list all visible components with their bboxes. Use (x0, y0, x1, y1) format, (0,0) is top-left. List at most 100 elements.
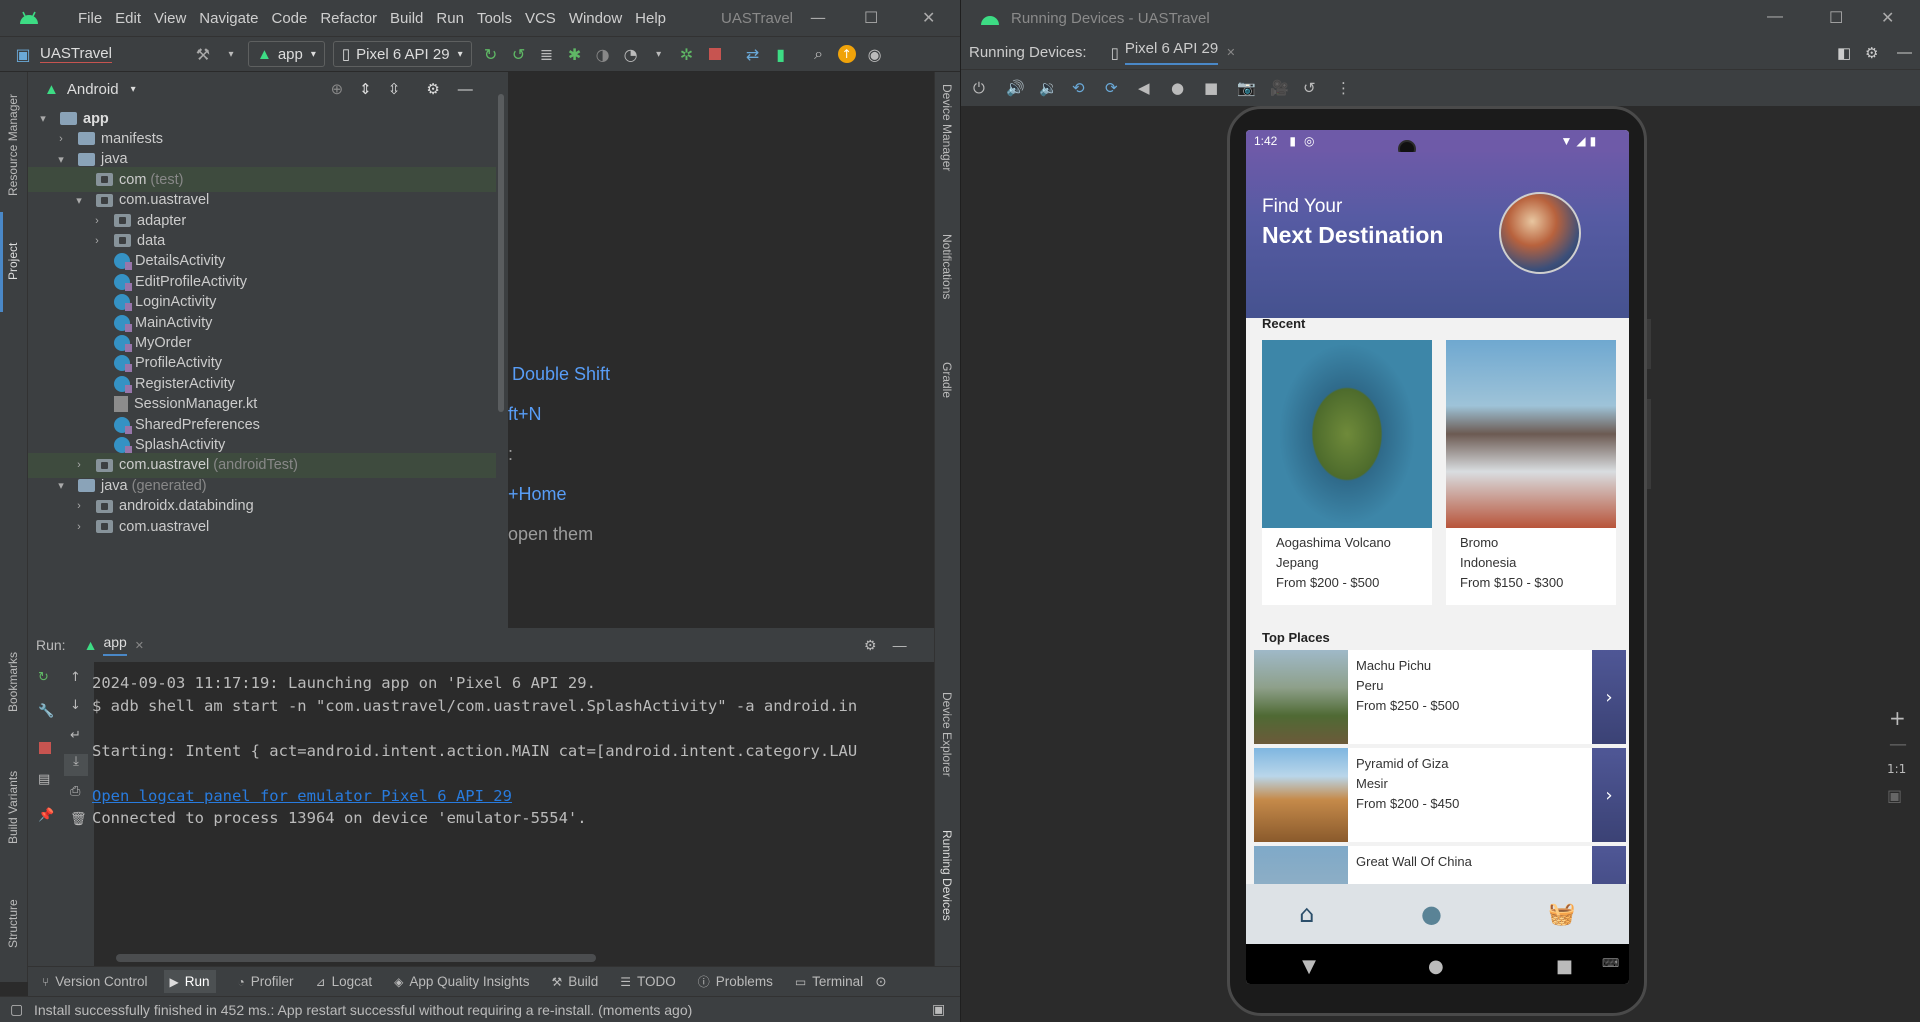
run-config-select[interactable]: ▲ app ▾ (247, 41, 325, 67)
more-tabs-icon[interactable]: ⊙ (875, 974, 886, 990)
layout-icon[interactable]: ≣ (536, 43, 558, 65)
tool-bookmarks[interactable]: Bookmarks (6, 642, 20, 712)
console-hscrollbar[interactable] (116, 954, 596, 962)
menu-help[interactable]: Help (635, 10, 666, 27)
rotate-right-icon[interactable]: ⟳ (1105, 79, 1138, 97)
menu-window[interactable]: Window (569, 10, 622, 27)
profile-icon[interactable]: ● (1421, 900, 1442, 928)
pin-icon[interactable]: 📌 (38, 808, 54, 823)
hammer-icon[interactable]: ⚒ (192, 43, 214, 65)
trash-icon[interactable]: 🗑 (70, 812, 87, 827)
chevron-right-icon[interactable]: › (1592, 650, 1626, 744)
rerun-icon[interactable]: ↻ (38, 670, 49, 685)
update-icon[interactable]: ↑ (836, 43, 858, 65)
chevron-right-icon[interactable]: › (72, 521, 86, 533)
hide-panel-icon[interactable]: — (893, 637, 907, 653)
volume-down-icon[interactable]: 🔉 (1039, 79, 1072, 97)
chevron-down-icon[interactable]: ▾ (72, 194, 86, 207)
tab-app-quality-insights[interactable]: ◈ App Quality Insights (394, 974, 529, 989)
tree-scrollbar[interactable] (498, 94, 504, 412)
arrow-down-icon[interactable]: ↓ (70, 698, 81, 713)
account-icon[interactable]: ◉ (864, 43, 886, 65)
soft-wrap-icon[interactable]: ↵ (70, 728, 81, 743)
menu-view[interactable]: View (154, 10, 186, 27)
overview-icon[interactable]: ■ (1204, 79, 1237, 97)
arrow-up-icon[interactable]: ↑ (70, 670, 81, 685)
menu-edit[interactable]: Edit (115, 10, 141, 27)
sync-gradle-icon[interactable]: ⇄ (742, 43, 764, 65)
gear-icon[interactable]: ⚙ (426, 80, 439, 98)
tab-profiler[interactable]: ◔ Profiler (238, 974, 294, 989)
layout-toggle-icon[interactable]: ◧ (1837, 44, 1851, 62)
chevron-right-icon[interactable]: › (72, 459, 86, 471)
chevron-right-icon[interactable]: › (1592, 748, 1626, 842)
toggle-panels-icon[interactable]: ▢ (10, 1001, 23, 1018)
device-manager-icon[interactable]: ▮ (770, 43, 792, 65)
menu-run[interactable]: Run (436, 10, 464, 27)
device-select[interactable]: ▯ Pixel 6 API 29 ▾ (332, 41, 472, 67)
chevron-down-icon[interactable]: ▾ (220, 43, 242, 65)
back-icon[interactable]: ◀ (1138, 79, 1171, 97)
chevron-right-icon[interactable]: › (72, 500, 86, 512)
tool-resource-manager[interactable]: Resource Manager (6, 86, 20, 196)
run-tab-app[interactable]: app (103, 634, 127, 656)
volume-up-icon[interactable]: 🔊 (1006, 79, 1039, 97)
stop-icon[interactable] (704, 43, 726, 65)
snapshot-icon[interactable]: ↺ (1303, 79, 1336, 97)
attach-debugger-icon[interactable]: ◑ (592, 43, 614, 65)
menu-navigate[interactable]: Navigate (199, 10, 258, 27)
stop-icon[interactable] (39, 742, 51, 754)
recent-card[interactable]: Bromo Indonesia From $150 - $300 (1446, 340, 1616, 605)
search-icon[interactable]: ⌕ (808, 43, 830, 65)
collapse-all-icon[interactable]: ⇳ (388, 80, 401, 98)
project-view-select[interactable]: Android (67, 81, 119, 98)
avatar[interactable] (1499, 192, 1581, 274)
tool-structure[interactable]: Structure (6, 878, 20, 948)
apply-code-changes-icon[interactable]: ↺ (508, 43, 530, 65)
expand-all-icon[interactable]: ⇕ (359, 80, 372, 98)
chevron-down-icon[interactable]: ▾ (54, 479, 68, 492)
chevron-right-icon[interactable]: › (90, 215, 104, 227)
top-place-card[interactable]: Pyramid of Giza Mesir From $200 - $450 › (1254, 748, 1626, 842)
close-icon[interactable]: ✕ (1881, 8, 1894, 28)
maximize-icon[interactable]: ☐ (1829, 8, 1843, 28)
chevron-down-icon[interactable]: ▾ (36, 112, 50, 125)
top-place-card[interactable]: Machu Pichu Peru From $250 - $500 › (1254, 650, 1626, 744)
maximize-icon[interactable]: ☐ (864, 8, 878, 27)
menu-tools[interactable]: Tools (477, 10, 512, 27)
print-icon[interactable]: ⎙ (70, 784, 80, 799)
power-icon[interactable]: ⏻ (973, 79, 1006, 97)
tab-run[interactable]: ▶ Run (163, 970, 216, 993)
wrench-icon[interactable]: 🔧 (38, 704, 54, 719)
home-icon[interactable]: ⌂ (1299, 900, 1314, 928)
recent-card[interactable]: Aogashima Volcano Jepang From $200 - $50… (1262, 340, 1432, 605)
logcat-link[interactable]: Open logcat panel for emulator Pixel 6 A… (92, 787, 512, 805)
memory-indicator-icon[interactable]: ▣ (932, 1001, 945, 1018)
tab-terminal[interactable]: ▭ Terminal (795, 974, 863, 989)
overview-icon[interactable]: ■ (1556, 956, 1573, 977)
tab-todo[interactable]: ☰ TODO (620, 974, 676, 989)
tool-notifications[interactable]: Notifications (940, 234, 954, 344)
device-tab-pixel6[interactable]: Pixel 6 API 29 (1124, 40, 1219, 65)
app-screen[interactable]: 1:42 ▮ ◎ ▼ ◢ ▮ Find Your Next Destinatio… (1246, 130, 1629, 984)
profile-icon[interactable]: ◔ (620, 43, 642, 65)
camera-icon[interactable]: 📷 (1237, 79, 1270, 97)
select-opened-file-icon[interactable]: ⊕ (331, 80, 344, 98)
close-tab-icon[interactable]: ✕ (1226, 46, 1235, 59)
tree-item[interactable]: › com.uastravel (28, 514, 496, 539)
more-options-icon[interactable]: ⋮ (1336, 79, 1369, 97)
home-icon[interactable]: ● (1428, 956, 1444, 977)
minimize-icon[interactable]: — (810, 8, 826, 27)
tool-build-variants[interactable]: Build Variants (6, 744, 20, 844)
menu-refactor[interactable]: Refactor (320, 10, 377, 27)
menu-code[interactable]: Code (271, 10, 307, 27)
gear-icon[interactable]: ⚙ (1865, 44, 1878, 62)
tool-gradle[interactable]: Gradle (940, 362, 954, 432)
menu-file[interactable]: File (78, 10, 102, 27)
tab-logcat[interactable]: ⊿ Logcat (316, 974, 373, 989)
home-icon[interactable]: ● (1171, 79, 1204, 97)
hide-panel-icon[interactable]: — (1897, 44, 1912, 61)
tab-problems[interactable]: ⓘ Problems (698, 973, 773, 990)
menu-vcs[interactable]: VCS (525, 10, 556, 27)
back-icon[interactable]: ▼ (1302, 956, 1316, 977)
